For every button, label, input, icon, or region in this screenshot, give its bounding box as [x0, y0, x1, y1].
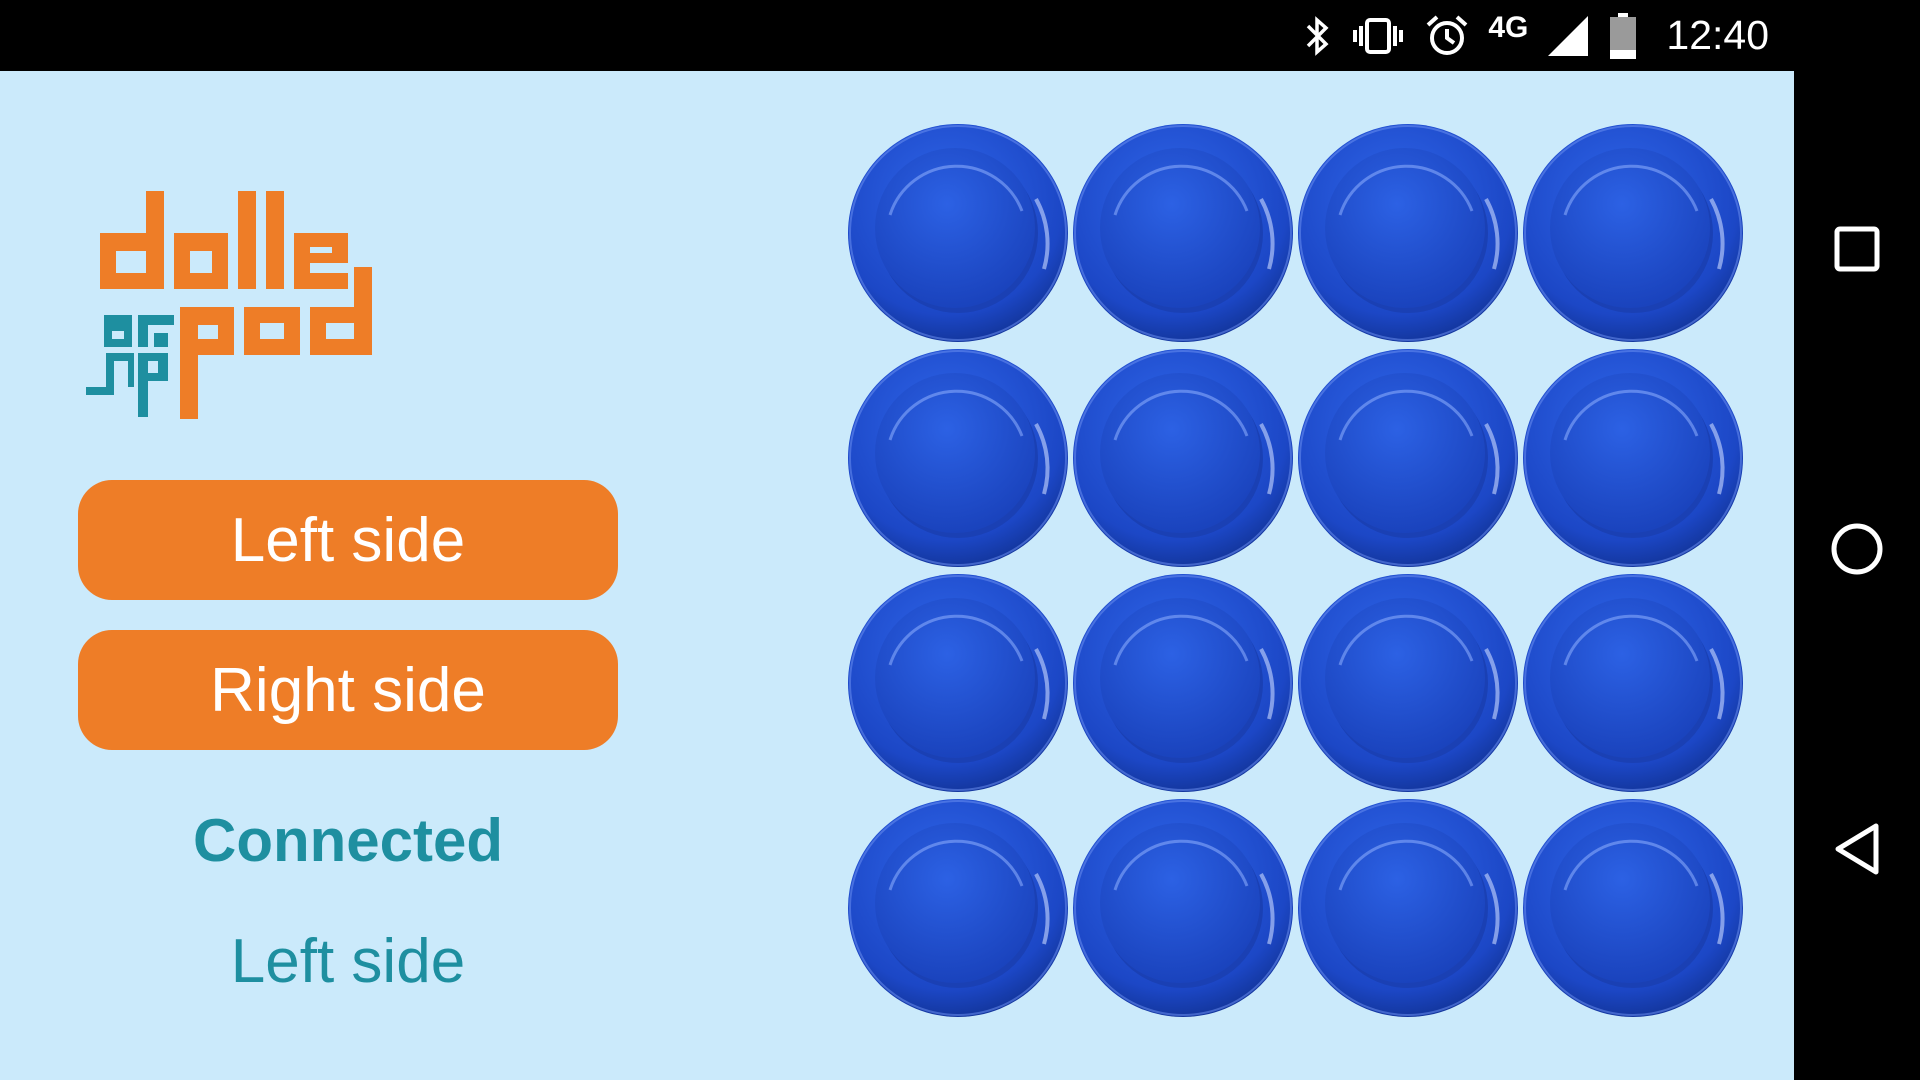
back-icon — [1831, 821, 1883, 882]
home-icon — [1829, 521, 1885, 582]
arcade-button-r1c3[interactable] — [1296, 119, 1521, 344]
arcade-button-r4c2[interactable] — [1071, 794, 1296, 1019]
navigation-bar — [1794, 71, 1920, 1080]
arcade-button-r1c4[interactable] — [1521, 119, 1746, 344]
battery-icon — [1608, 12, 1638, 60]
left-side-button[interactable]: Left side — [78, 480, 618, 600]
back-button[interactable] — [1794, 791, 1920, 911]
current-side-label: Left side — [230, 927, 466, 996]
vibrate-icon — [1350, 14, 1406, 58]
arcade-button-r3c2[interactable] — [1071, 569, 1296, 794]
network-type: 4G — [1488, 10, 1529, 44]
bluetooth-icon — [1302, 14, 1332, 58]
arcade-button-r2c1[interactable] — [846, 344, 1071, 569]
arcade-button-r2c2[interactable] — [1071, 344, 1296, 569]
arcade-button-r2c3[interactable] — [1296, 344, 1521, 569]
alarm-icon — [1424, 13, 1470, 59]
dallepad-logo — [82, 183, 432, 428]
home-button[interactable] — [1794, 491, 1920, 611]
arcade-button-r3c4[interactable] — [1521, 569, 1746, 794]
arcade-button-r1c2[interactable] — [1071, 119, 1296, 344]
status-icons: 4G 12:40 — [1302, 0, 1769, 71]
arcade-button-r3c1[interactable] — [846, 569, 1071, 794]
status-bar: 4G 12:40 — [0, 0, 1920, 71]
recents-button[interactable] — [1794, 191, 1920, 311]
app-content: Left side Right side Connected Left side — [0, 71, 1794, 1080]
arcade-button-r3c3[interactable] — [1296, 569, 1521, 794]
arcade-button-r4c3[interactable] — [1296, 794, 1521, 1019]
signal-icon — [1546, 14, 1590, 58]
arcade-button-r2c4[interactable] — [1521, 344, 1746, 569]
arcade-button-r1c1[interactable] — [846, 119, 1071, 344]
connection-status: Connected — [192, 807, 504, 874]
right-side-button[interactable]: Right side — [78, 630, 618, 750]
arcade-button-grid — [846, 119, 1746, 1019]
recents-icon — [1832, 224, 1882, 279]
clock: 12:40 — [1666, 12, 1769, 58]
arcade-button-r4c1[interactable] — [846, 794, 1071, 1019]
arcade-button-r4c4[interactable] — [1521, 794, 1746, 1019]
